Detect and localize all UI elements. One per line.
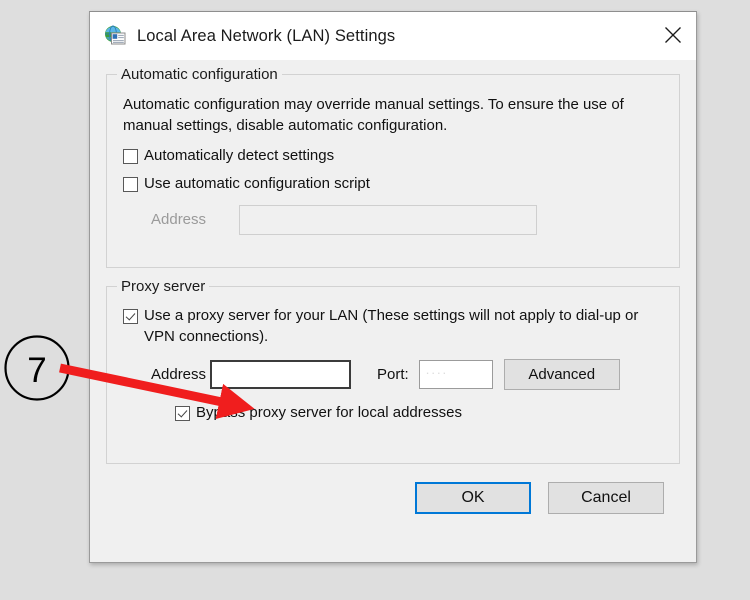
proxy-port-input[interactable]: .... bbox=[418, 360, 493, 390]
proxy-address-row: Address Port: .... Advanced bbox=[123, 359, 663, 391]
use-config-script-label: Use automatic configuration script bbox=[144, 175, 370, 193]
bypass-proxy-row[interactable]: Bypass proxy server for local addresses bbox=[123, 403, 663, 424]
globe-settings-icon bbox=[104, 25, 126, 47]
auto-detect-settings-label: Automatically detect settings bbox=[144, 146, 335, 164]
close-icon bbox=[665, 27, 681, 43]
dialog-body: Automatic configuration Automatic config… bbox=[90, 60, 696, 514]
auto-detect-settings-checkbox[interactable] bbox=[123, 148, 138, 164]
use-proxy-row[interactable]: Use a proxy server for your LAN (These s… bbox=[123, 306, 663, 347]
script-address-row: Address bbox=[123, 204, 663, 235]
cancel-button[interactable]: Cancel bbox=[548, 482, 664, 514]
proxy-server-group: Proxy server Use a proxy server for your… bbox=[106, 278, 680, 464]
bypass-proxy-label: Bypass proxy server for local addresses bbox=[196, 404, 462, 422]
use-config-script-row[interactable]: Use automatic configuration script bbox=[123, 174, 663, 195]
proxy-port-label: Port: bbox=[377, 366, 409, 384]
bypass-proxy-checkbox[interactable] bbox=[175, 406, 190, 422]
step-marker-circle bbox=[4, 335, 70, 401]
proxy-address-input[interactable] bbox=[210, 360, 352, 390]
proxy-server-group-title: Proxy server bbox=[117, 278, 210, 295]
proxy-port-placeholder: .... bbox=[425, 362, 449, 378]
dialog-title: Local Area Network (LAN) Settings bbox=[137, 26, 396, 45]
ok-button[interactable]: OK bbox=[415, 482, 531, 514]
auto-detect-settings-row[interactable]: Automatically detect settings bbox=[123, 146, 663, 167]
proxy-address-label: Address bbox=[151, 366, 207, 384]
script-address-input bbox=[239, 204, 537, 235]
title-bar: Local Area Network (LAN) Settings bbox=[90, 12, 696, 60]
use-proxy-label: Use a proxy server for your LAN (These s… bbox=[144, 307, 639, 345]
script-address-label: Address bbox=[151, 211, 207, 229]
automatic-configuration-group: Automatic configuration Automatic config… bbox=[106, 66, 680, 268]
use-proxy-checkbox[interactable] bbox=[123, 309, 138, 324]
close-button[interactable] bbox=[650, 12, 696, 58]
step-marker-number: 7 bbox=[27, 351, 46, 390]
advanced-button[interactable]: Advanced bbox=[503, 359, 620, 391]
automatic-configuration-description: Automatic configuration may override man… bbox=[123, 96, 624, 135]
dialog-footer: OK Cancel bbox=[106, 482, 680, 514]
lan-settings-dialog: Local Area Network (LAN) Settings Automa… bbox=[89, 11, 697, 563]
automatic-configuration-group-title: Automatic configuration bbox=[117, 66, 282, 83]
use-config-script-checkbox[interactable] bbox=[123, 177, 138, 193]
